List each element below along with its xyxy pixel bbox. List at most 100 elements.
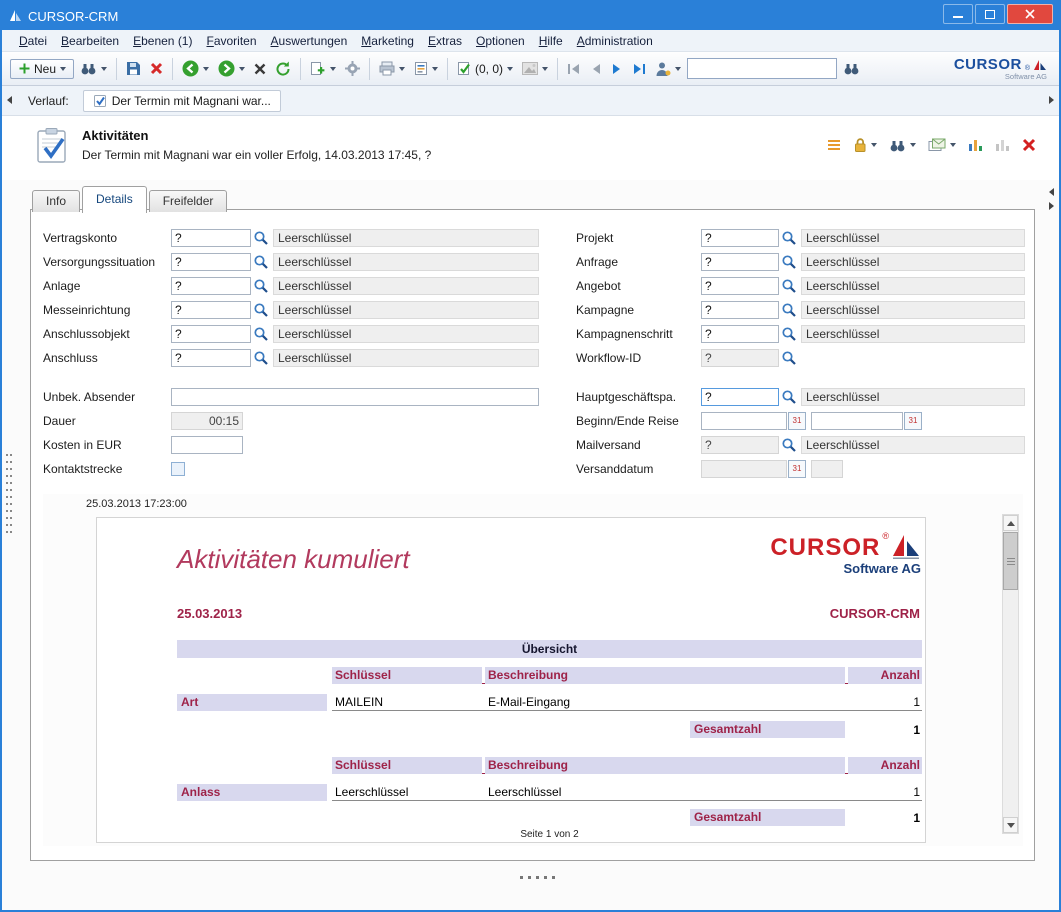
lookup-magnifier-icon[interactable] xyxy=(253,230,269,246)
panel-collapse-chevrons[interactable] xyxy=(1049,188,1054,210)
scroll-thumb[interactable] xyxy=(1003,532,1018,590)
vertical-splitter-handle[interactable] xyxy=(6,454,8,534)
new-button[interactable]: Neu xyxy=(10,59,74,79)
messeinrichtung-input[interactable] xyxy=(171,301,251,319)
arrow-left-icon xyxy=(182,60,199,77)
lookup-magnifier-icon[interactable] xyxy=(253,254,269,270)
lookup-magnifier-icon[interactable] xyxy=(253,350,269,366)
menu-marketing[interactable]: Marketing xyxy=(354,32,421,50)
vertical-splitter-handle[interactable] xyxy=(10,454,12,534)
list-menu-button[interactable] xyxy=(826,138,842,152)
lookup-magnifier-icon[interactable] xyxy=(253,302,269,318)
menu-administration[interactable]: Administration xyxy=(570,32,660,50)
menu-extras[interactable]: Extras xyxy=(421,32,469,50)
save-button[interactable] xyxy=(123,59,144,78)
minimize-button[interactable] xyxy=(943,4,973,24)
lock-button[interactable] xyxy=(852,136,878,154)
user-search-button[interactable] xyxy=(652,59,684,79)
lookup-magnifier-icon[interactable] xyxy=(781,254,797,270)
cancel-button[interactable] xyxy=(251,61,269,77)
menu-datei[interactable]: Datei xyxy=(12,32,54,50)
lookup-magnifier-icon[interactable] xyxy=(781,326,797,342)
tab-strip: Info Details Freifelder xyxy=(32,186,229,212)
refresh-button[interactable] xyxy=(272,59,294,79)
report-scrollbar[interactable] xyxy=(1002,514,1019,834)
dauer-input[interactable] xyxy=(171,412,243,430)
lookup-magnifier-icon[interactable] xyxy=(781,350,797,366)
anfrage-input[interactable] xyxy=(701,253,779,271)
kontaktstrecke-checkbox[interactable] xyxy=(171,462,185,476)
nav-next-button[interactable] xyxy=(608,61,626,77)
reise-beginn-input[interactable] xyxy=(701,412,787,430)
versorgungssituation-input[interactable] xyxy=(171,253,251,271)
toolbar-separator xyxy=(300,58,301,80)
vertragskonto-input[interactable] xyxy=(171,229,251,247)
kampagne-input[interactable] xyxy=(701,301,779,319)
versanddatum-zeit-input[interactable] xyxy=(811,460,843,478)
calendar-button[interactable]: 31 xyxy=(904,412,922,430)
back-button[interactable] xyxy=(179,58,212,79)
statistics-button[interactable] xyxy=(967,137,984,153)
close-record-button[interactable] xyxy=(1021,137,1037,153)
horizontal-splitter-handle[interactable] xyxy=(520,876,558,879)
new-related-button[interactable] xyxy=(307,59,339,78)
maximize-button[interactable] xyxy=(975,4,1005,24)
lookup-magnifier-icon[interactable] xyxy=(781,437,797,453)
lookup-magnifier-icon[interactable] xyxy=(781,302,797,318)
hauptgeschaeftspartner-input[interactable] xyxy=(701,388,779,406)
menu-ebenen[interactable]: Ebenen (1) xyxy=(126,32,199,50)
calendar-button[interactable]: 31 xyxy=(788,412,806,430)
lookup-magnifier-icon[interactable] xyxy=(781,278,797,294)
anschluss-input[interactable] xyxy=(171,349,251,367)
send-mail-button[interactable] xyxy=(927,137,957,153)
total-value: 1 xyxy=(848,811,922,825)
statistics-disabled-button[interactable] xyxy=(994,137,1011,153)
anschlussobjekt-input[interactable] xyxy=(171,325,251,343)
tab-freifelder[interactable]: Freifelder xyxy=(149,190,228,212)
anlage-input[interactable] xyxy=(171,277,251,295)
nav-prev-button[interactable] xyxy=(587,61,605,77)
workflow-id-input[interactable] xyxy=(701,349,779,367)
scroll-down-button[interactable] xyxy=(1003,817,1018,833)
collapse-left-icon[interactable] xyxy=(7,96,12,104)
angebot-input[interactable] xyxy=(701,277,779,295)
tab-details[interactable]: Details xyxy=(82,186,147,213)
menu-bearbeiten[interactable]: Bearbeiten xyxy=(54,32,126,50)
mailversand-input[interactable] xyxy=(701,436,779,454)
menu-optionen[interactable]: Optionen xyxy=(469,32,532,50)
calendar-button[interactable]: 31 xyxy=(788,460,806,478)
menu-favoriten[interactable]: Favoriten xyxy=(199,32,263,50)
collapse-right-icon[interactable] xyxy=(1049,96,1054,104)
field-label: Kontaktstrecke xyxy=(43,462,171,476)
record-search-button[interactable] xyxy=(888,137,917,154)
nav-last-button[interactable] xyxy=(629,61,649,77)
assign-button[interactable] xyxy=(342,59,363,78)
projekt-input[interactable] xyxy=(701,229,779,247)
report-button[interactable] xyxy=(411,59,441,78)
print-button[interactable] xyxy=(376,59,408,78)
lookup-magnifier-icon[interactable] xyxy=(253,326,269,342)
nav-first-button[interactable] xyxy=(564,61,584,77)
lookup-magnifier-icon[interactable] xyxy=(781,230,797,246)
delete-button[interactable] xyxy=(147,60,166,77)
red-cross-icon xyxy=(1022,138,1036,152)
find-button[interactable] xyxy=(840,59,863,78)
selection-counter-button[interactable]: (0, 0) xyxy=(454,59,516,78)
scroll-up-button[interactable] xyxy=(1003,515,1018,531)
search-menu-button[interactable] xyxy=(77,59,110,78)
unbek-absender-input[interactable] xyxy=(171,388,539,406)
lookup-magnifier-icon[interactable] xyxy=(253,278,269,294)
history-item[interactable]: Der Termin mit Magnani war... xyxy=(83,90,281,112)
menu-hilfe[interactable]: Hilfe xyxy=(532,32,570,50)
kampagnenschritt-input[interactable] xyxy=(701,325,779,343)
kosten-input[interactable] xyxy=(171,436,243,454)
menu-auswertungen[interactable]: Auswertungen xyxy=(264,32,355,50)
image-export-button[interactable] xyxy=(519,60,551,77)
lookup-magnifier-icon[interactable] xyxy=(781,389,797,405)
versanddatum-input[interactable] xyxy=(701,460,787,478)
tab-info[interactable]: Info xyxy=(32,190,80,212)
forward-button[interactable] xyxy=(215,58,248,79)
reise-ende-input[interactable] xyxy=(811,412,903,430)
close-button[interactable] xyxy=(1007,4,1053,24)
quick-search-input[interactable] xyxy=(687,58,837,79)
